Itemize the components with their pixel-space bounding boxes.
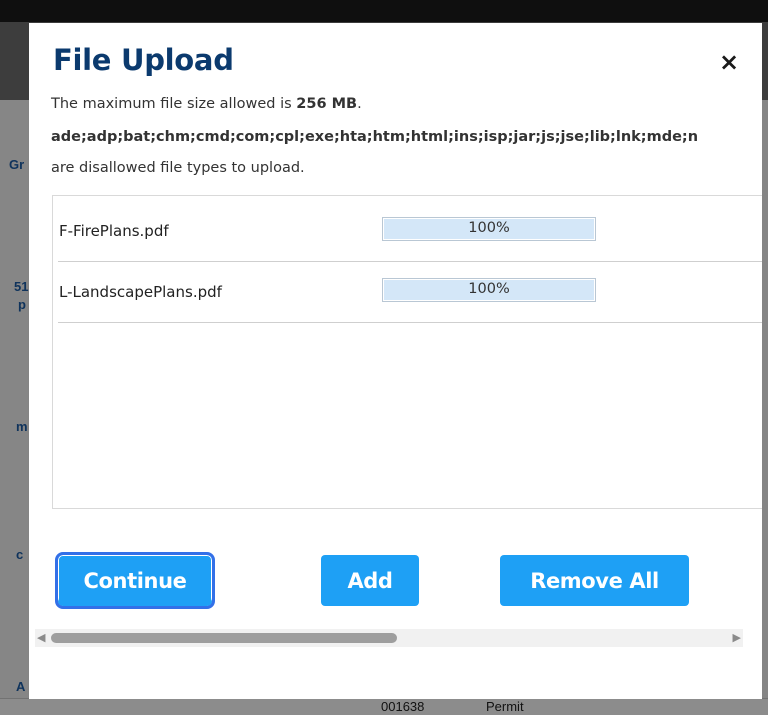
add-button[interactable]: Add — [321, 555, 419, 606]
file-row: L-LandscapePlans.pdf 100% — [58, 262, 762, 323]
file-name: L-LandscapePlans.pdf — [59, 283, 222, 301]
file-name: F-FirePlans.pdf — [59, 222, 169, 240]
file-row: F-FirePlans.pdf 100% — [58, 201, 762, 262]
scrollbar-thumb[interactable] — [51, 633, 397, 643]
progress-label: 100% — [468, 281, 510, 297]
max-size-suffix: . — [357, 96, 362, 112]
remove-all-button[interactable]: Remove All — [500, 555, 689, 606]
max-size-value: 256 MB — [296, 96, 358, 112]
dialog-title: File Upload — [53, 43, 234, 77]
progress-label: 100% — [468, 220, 510, 236]
close-icon[interactable]: × — [716, 49, 742, 75]
horizontal-scrollbar[interactable]: ◀ ▶ — [35, 629, 743, 647]
upload-progress-bar: 100% — [382, 278, 596, 302]
continue-button[interactable]: Continue — [55, 552, 215, 609]
file-list: F-FirePlans.pdf 100% L-LandscapePlans.pd… — [52, 195, 762, 509]
upload-progress-bar: 100% — [382, 217, 596, 241]
scroll-right-arrow-icon[interactable]: ▶ — [733, 631, 741, 645]
max-size-prefix: The maximum file size allowed is — [51, 96, 297, 112]
disallowed-types-list: ade;adp;bat;chm;cmd;com;cpl;exe;hta;htm;… — [51, 129, 699, 145]
disallowed-types-note: are disallowed file types to upload. — [51, 160, 305, 176]
file-upload-dialog: File Upload × The maximum file size allo… — [29, 23, 762, 699]
scroll-left-arrow-icon[interactable]: ◀ — [37, 631, 45, 645]
max-size-text: The maximum file size allowed is 256 MB. — [51, 96, 362, 112]
